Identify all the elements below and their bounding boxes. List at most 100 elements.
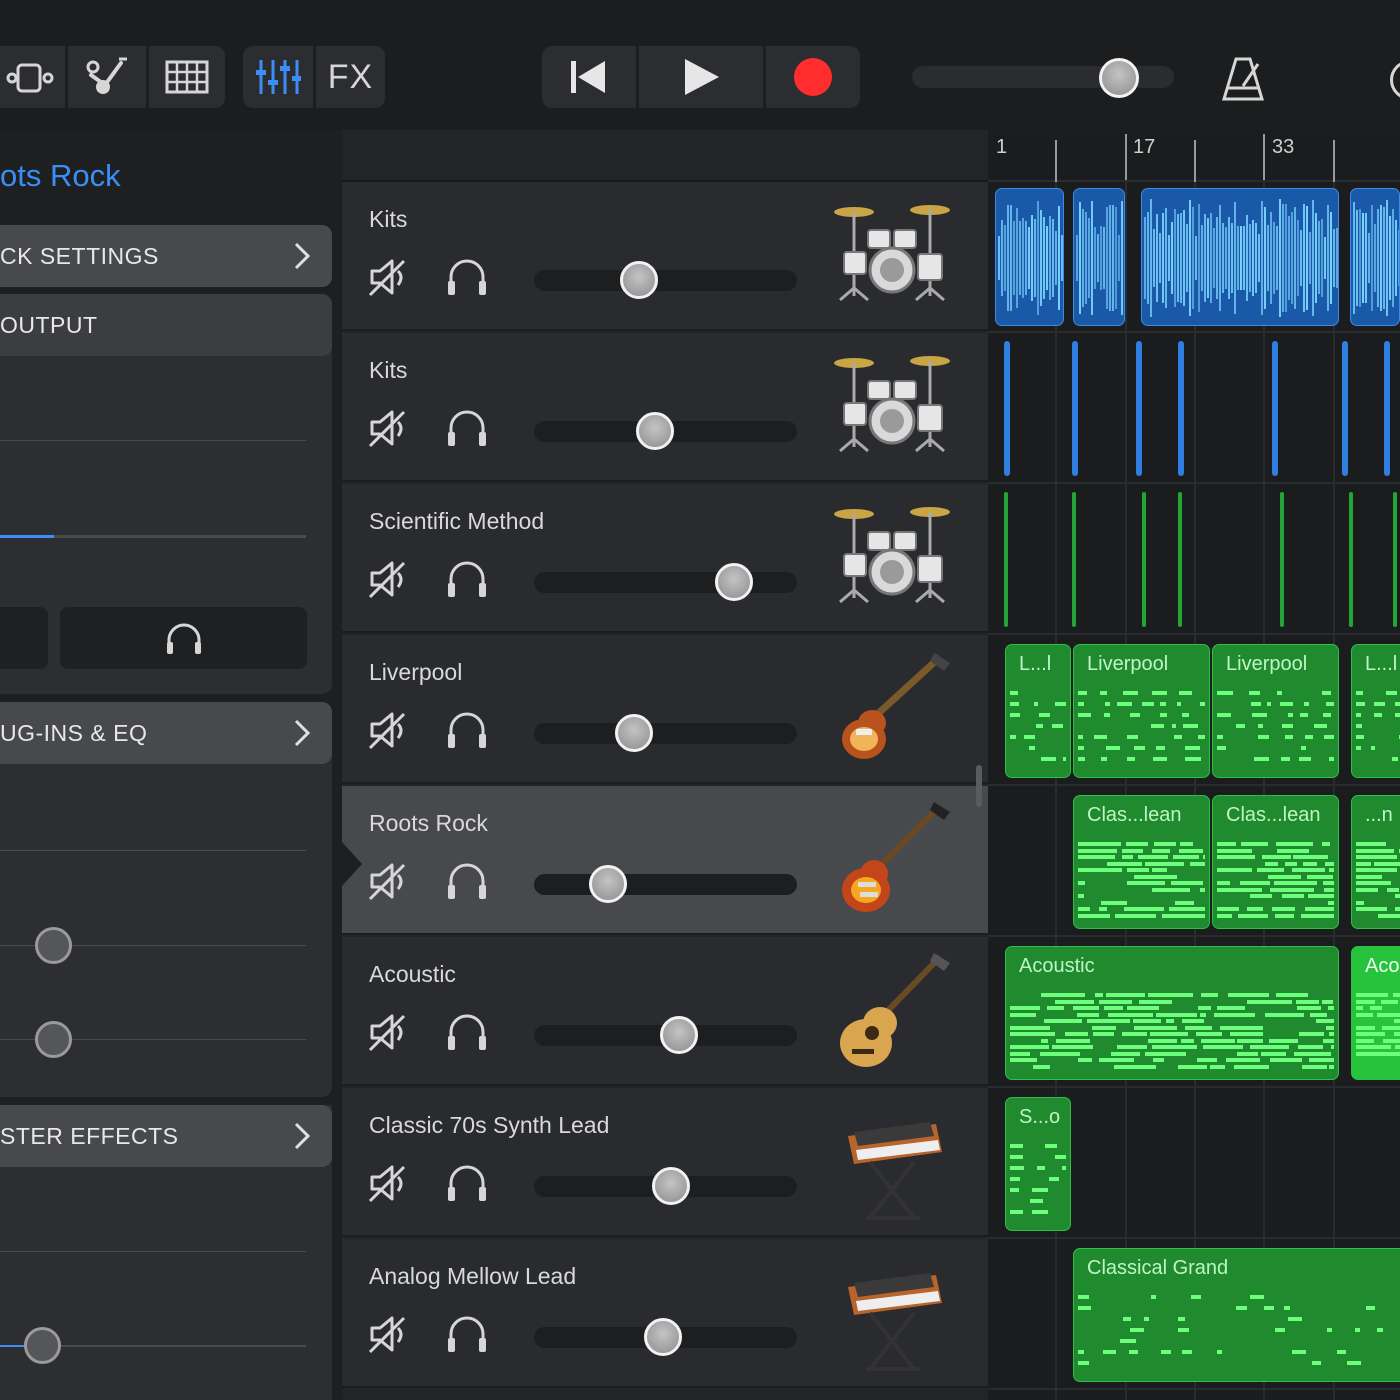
track-volume-thumb[interactable] (643, 1318, 682, 1356)
mute-icon[interactable] (368, 1314, 408, 1354)
browser-icon[interactable] (68, 46, 146, 108)
mute-icon[interactable] (368, 408, 408, 448)
eq-knob-2[interactable] (35, 1021, 72, 1058)
region-synth[interactable]: S...o (1005, 1097, 1071, 1231)
track-volume-thumb[interactable] (620, 261, 659, 299)
region-kits-audio[interactable] (995, 188, 1064, 326)
region-roots-rock[interactable]: Clas...lean (1073, 795, 1210, 929)
master-volume-thumb[interactable] (1099, 58, 1139, 98)
mute-icon[interactable] (368, 1012, 408, 1052)
acoustic-guitar-icon[interactable] (830, 951, 954, 1073)
mute-icon[interactable] (368, 257, 408, 297)
ruler[interactable]: 1 17 33 (988, 130, 1400, 186)
rewind-icon[interactable] (542, 46, 636, 108)
mute-icon[interactable] (368, 559, 408, 599)
region-roots-rock[interactable]: ...n (1351, 795, 1400, 929)
headphones-icon[interactable] (446, 1314, 488, 1354)
region-acoustic[interactable]: Acoustic (1005, 946, 1339, 1080)
track-volume-thumb[interactable] (635, 412, 674, 450)
scrollbar[interactable] (976, 765, 982, 807)
output-mute-button[interactable] (0, 607, 48, 669)
region-roots-rock[interactable]: Clas...lean (1212, 795, 1339, 929)
track-volume-slider[interactable] (534, 874, 797, 895)
drum-kit-icon[interactable] (830, 498, 954, 620)
audio-hit[interactable] (1384, 341, 1390, 476)
synth-icon[interactable] (830, 1102, 954, 1224)
synth-icon[interactable] (830, 1253, 954, 1375)
output-solo-button[interactable] (60, 607, 307, 669)
track-header[interactable]: Scientific Method (342, 484, 988, 633)
mute-icon[interactable] (368, 710, 408, 750)
fx-button[interactable]: FX (316, 46, 385, 108)
track-settings-header[interactable]: CK SETTINGS (0, 225, 332, 287)
region-kits-audio[interactable] (1073, 188, 1125, 326)
midi-hit[interactable] (1280, 492, 1284, 627)
track-header[interactable]: Classic 70s Synth Lead (342, 1088, 988, 1237)
view-toggle-icon[interactable] (0, 46, 65, 108)
track-volume-thumb[interactable] (659, 1016, 698, 1054)
audio-hit[interactable] (1342, 341, 1348, 476)
headphones-icon[interactable] (446, 710, 488, 750)
track-volume-thumb[interactable] (714, 563, 753, 601)
track-header[interactable]: Liverpool (342, 635, 988, 784)
record-icon[interactable] (766, 46, 860, 108)
play-icon[interactable] (639, 46, 763, 108)
midi-note (1380, 999, 1399, 1004)
region-kits-audio[interactable] (1350, 188, 1400, 326)
mixer-icon[interactable] (243, 46, 313, 108)
midi-hit[interactable] (1393, 492, 1397, 627)
mute-icon[interactable] (368, 861, 408, 901)
audio-hit[interactable] (1072, 341, 1078, 476)
track-header[interactable]: Kits (342, 333, 988, 482)
bass-guitar-icon[interactable] (830, 649, 954, 771)
midi-note (1169, 907, 1205, 911)
headphones-icon[interactable] (446, 257, 488, 297)
effects-knob[interactable] (24, 1327, 61, 1364)
track-header[interactable]: Kits (342, 182, 988, 331)
lane-separator (988, 1086, 1400, 1088)
grid-icon[interactable] (149, 46, 225, 108)
headphones-icon[interactable] (446, 559, 488, 599)
headphones-icon[interactable] (446, 861, 488, 901)
track-volume-slider[interactable] (534, 723, 797, 744)
audio-hit[interactable] (1136, 341, 1142, 476)
headphones-icon[interactable] (446, 1163, 488, 1203)
track-volume-slider[interactable] (534, 572, 797, 593)
track-volume-thumb[interactable] (651, 1167, 690, 1205)
settings-icon[interactable] (1390, 60, 1400, 100)
track-volume-slider[interactable] (534, 270, 797, 291)
midi-hit[interactable] (1004, 492, 1008, 627)
drum-kit-icon[interactable] (830, 347, 954, 469)
midi-hit[interactable] (1072, 492, 1076, 627)
region-liverpool[interactable]: Liverpool (1212, 644, 1339, 778)
track-header[interactable]: Roots Rock (342, 786, 988, 935)
electric-guitar-icon[interactable] (830, 800, 954, 922)
midi-note (1122, 1317, 1132, 1321)
region-liverpool[interactable]: L...l (1005, 644, 1071, 778)
eq-knob-1[interactable] (35, 927, 72, 964)
midi-hit[interactable] (1178, 492, 1182, 627)
mute-icon[interactable] (368, 1163, 408, 1203)
master-effects-header[interactable]: STER EFFECTS (0, 1105, 332, 1167)
plugins-eq-header[interactable]: UG-INS & EQ (0, 702, 332, 764)
drum-kit-icon[interactable] (830, 196, 954, 318)
metronome-icon[interactable] (1221, 56, 1265, 107)
track-volume-thumb[interactable] (588, 865, 627, 903)
region-liverpool[interactable]: L...l (1351, 644, 1400, 778)
track-header[interactable]: Analog Mellow Lead (342, 1239, 988, 1388)
midi-hit[interactable] (1142, 492, 1146, 627)
headphones-icon[interactable] (446, 408, 488, 448)
region-acoustic[interactable]: Aco (1351, 946, 1400, 1080)
region-liverpool[interactable]: Liverpool (1073, 644, 1210, 778)
headphones-icon[interactable] (446, 1012, 488, 1052)
audio-hit[interactable] (1004, 341, 1010, 476)
track-header[interactable]: Acoustic (342, 937, 988, 1086)
midi-note (1179, 848, 1204, 853)
region-kits-audio[interactable] (1141, 188, 1339, 326)
region-classical-grand[interactable]: Classical Grand (1073, 1248, 1400, 1382)
output-slider[interactable] (0, 535, 306, 538)
midi-hit[interactable] (1349, 492, 1353, 627)
audio-hit[interactable] (1272, 341, 1278, 476)
audio-hit[interactable] (1178, 341, 1184, 476)
track-volume-thumb[interactable] (614, 714, 653, 752)
